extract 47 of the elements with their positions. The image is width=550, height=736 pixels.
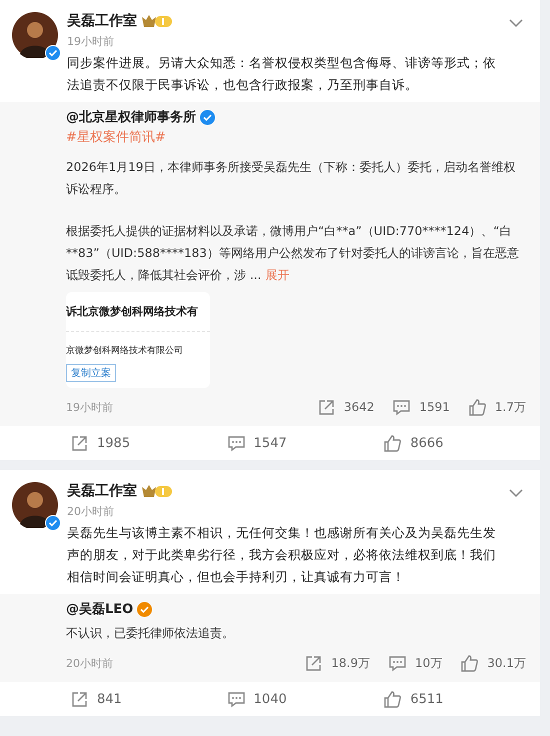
share-icon xyxy=(70,434,89,452)
document-title: 诉北京微梦创科网络技术有 xyxy=(66,304,198,319)
thumbs-up-icon xyxy=(460,654,480,672)
share-icon xyxy=(304,654,324,672)
verified-icon xyxy=(200,110,215,124)
thumbs-up-icon xyxy=(383,690,402,708)
avatar xyxy=(12,482,58,528)
author-name[interactable]: 吴磊工作室 xyxy=(67,482,137,500)
verified-icon xyxy=(137,602,152,616)
thumbs-up-icon xyxy=(383,434,402,452)
comment-icon xyxy=(392,398,412,416)
repost-button[interactable]: 3642 xyxy=(316,398,374,416)
like-button[interactable]: 30.1万 xyxy=(460,654,526,672)
like-button[interactable]: 1.7万 xyxy=(468,398,526,416)
share-icon xyxy=(70,690,89,708)
repost-button[interactable]: 18.9万 xyxy=(304,654,370,672)
post-time[interactable]: 20小时前 xyxy=(67,504,508,519)
thumbs-up-icon xyxy=(468,398,487,416)
share-icon xyxy=(316,398,336,416)
chevron-down-icon xyxy=(508,18,524,28)
like-button[interactable]: 8666 xyxy=(383,434,444,452)
repost-text: 2026年1月19日，本律师事务所接受吴磊先生（下称：委托人）委托，启动名誉维权诉讼程序。 xyxy=(66,159,516,198)
comment-button[interactable]: 1040 xyxy=(226,690,287,708)
comment-button[interactable]: 1591 xyxy=(392,398,450,416)
reposted-author[interactable]: @北京星权律师事务所 xyxy=(66,108,196,126)
post-time[interactable]: 19小时前 xyxy=(67,34,508,49)
comment-button[interactable]: 1547 xyxy=(226,434,287,452)
author-name[interactable]: 吴磊工作室 xyxy=(67,12,137,30)
expand-link[interactable]: 展开 xyxy=(265,268,290,282)
comment-icon xyxy=(226,690,246,708)
avatar xyxy=(12,12,58,58)
reposted-author[interactable]: @吴磊LEO xyxy=(66,600,134,618)
repost-button[interactable]: 841 xyxy=(70,690,122,708)
document-text: 京微梦创科网络技术有限公司 xyxy=(66,344,183,357)
repost-text: 根据委托人提供的证据材料以及承诺，微博用户“白**a”（UID:770****124）、“白**83”（UID:588****183）等网络用户公然发布了针对委托人的诽谤言论，旨在恶意诋毁委托人，降低其社会评价，涉 ... 展开 xyxy=(66,223,520,284)
chevron-down-icon xyxy=(508,488,524,498)
like-button[interactable]: 6511 xyxy=(383,690,444,708)
comment-icon xyxy=(388,654,407,672)
post-text: 同步案件进展。另请大众知悉：名誉权侵权类型包含侮辱、诽谤等形式；依法追责不仅限于民事诉讼，也包含行政报案，乃至刑事自诉。 xyxy=(67,54,497,94)
post-text: 吴磊先生与该博主素不相识，无任何交集！也感谢所有关心及为吴磊先生发声的朋友，对于此类卑劣行径，我方会积极应对，必将依法维权到底！我们相信时间会证明真心，但也会手持利刃，让真诚有力可言！ xyxy=(67,524,497,586)
hashtag-link[interactable]: #星权案件简讯# xyxy=(66,128,526,146)
document-preview[interactable]: 诉北京微梦创科网络技术有 京微梦创科网络技术有限公司 复制立案 xyxy=(66,292,210,388)
repost-text: 不认识，已委托律师依法追责。 xyxy=(66,625,235,642)
repost-button[interactable]: 1985 xyxy=(70,434,130,452)
comment-icon xyxy=(226,434,246,452)
comment-button[interactable]: 10万 xyxy=(388,654,442,672)
copy-case-button: 复制立案 xyxy=(66,364,116,382)
